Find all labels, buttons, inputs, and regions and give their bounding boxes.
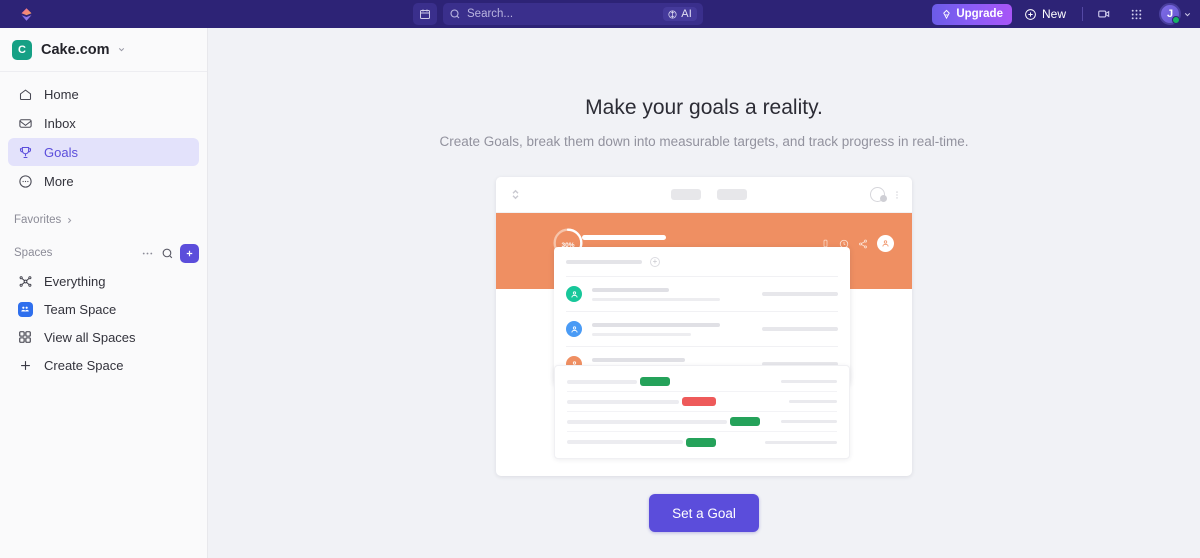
sidebar-item-goals[interactable]: Goals xyxy=(8,138,199,166)
sidebar-item-view-all-spaces[interactable]: View all Spaces xyxy=(8,323,199,351)
top-bar: Search... AI Upgrade New J xyxy=(0,0,1200,28)
favorites-label: Favorites xyxy=(14,214,62,226)
chevron-right-icon xyxy=(68,217,72,223)
sidebar-item-create-space[interactable]: Create Space xyxy=(8,351,199,379)
apps-grid-button[interactable] xyxy=(1125,3,1147,25)
network-nodes-icon xyxy=(17,273,33,289)
spaces-search-button[interactable] xyxy=(157,243,177,263)
space-item-label: View all Spaces xyxy=(44,329,136,345)
space-item-label: Everything xyxy=(44,273,106,289)
search-bar[interactable]: Search... AI xyxy=(443,3,703,25)
sidebar-item-inbox[interactable]: Inbox xyxy=(8,109,199,137)
list-item xyxy=(566,276,838,311)
share-icon xyxy=(859,239,867,248)
rocket-icon xyxy=(943,9,951,19)
spaces-more-button[interactable] xyxy=(137,243,157,263)
goals-preview-illustration: 30% + xyxy=(496,177,912,476)
sidebar-item-label: Goals xyxy=(44,144,78,160)
people-square-icon xyxy=(17,301,33,317)
sidebar-item-everything[interactable]: Everything xyxy=(8,267,199,295)
table-row xyxy=(567,392,837,412)
cake-logo-icon xyxy=(21,7,31,21)
apps-grid-icon xyxy=(1131,9,1141,19)
new-button[interactable]: New xyxy=(1022,7,1072,21)
workspace-name: Cake.com xyxy=(41,41,110,58)
person-icon xyxy=(566,286,582,302)
ellipsis-icon xyxy=(142,252,152,254)
set-a-goal-button[interactable]: Set a Goal xyxy=(649,494,759,532)
sidebar-item-label: More xyxy=(44,173,74,189)
ai-label: AI xyxy=(681,8,692,20)
list-card-header: + xyxy=(566,257,838,276)
app-root: Search... AI Upgrade New J C Cake.com Ho… xyxy=(0,0,1200,558)
top-bar-center: Search... AI xyxy=(413,3,703,25)
table-row xyxy=(567,412,837,432)
collapse-expand-icon xyxy=(512,189,519,200)
search-input-placeholder[interactable]: Search... xyxy=(467,8,657,20)
status-badge xyxy=(1172,16,1180,24)
sidebar-item-team-space[interactable]: Team Space xyxy=(8,295,199,323)
sidebar-item-label: Inbox xyxy=(44,115,76,131)
trophy-icon xyxy=(17,144,33,160)
app-logo[interactable] xyxy=(0,0,52,28)
upgrade-label: Upgrade xyxy=(956,8,1003,20)
illustration-topbar-actions xyxy=(870,187,902,202)
spaces-section-header: Spaces xyxy=(0,239,207,267)
plus-icon xyxy=(186,250,193,256)
chevron-down-icon xyxy=(1184,12,1191,16)
avatar-icon xyxy=(877,235,894,252)
calendar-icon xyxy=(420,9,430,19)
placeholder-chip xyxy=(671,189,701,200)
illustration-bar-card xyxy=(554,365,850,459)
person-icon xyxy=(566,321,582,337)
home-icon xyxy=(17,86,33,102)
workspace-badge-letter: C xyxy=(18,43,26,56)
new-label: New xyxy=(1041,7,1066,21)
ai-sparkle-icon xyxy=(668,9,677,19)
user-menu[interactable]: J xyxy=(1157,3,1192,25)
inbox-icon xyxy=(17,115,33,131)
plus-circle-icon: + xyxy=(650,257,660,267)
video-camera-button[interactable] xyxy=(1093,3,1115,25)
page-title: Make your goals a reality. xyxy=(585,96,823,119)
upgrade-button[interactable]: Upgrade xyxy=(932,3,1012,25)
main-content: Make your goals a reality. Create Goals,… xyxy=(208,28,1200,558)
list-item xyxy=(566,311,838,346)
plus-circle-icon xyxy=(1025,8,1036,20)
avatar-icon xyxy=(870,187,887,202)
chevron-down-icon xyxy=(118,48,124,52)
space-item-label: Create Space xyxy=(44,357,124,373)
placeholder-chip xyxy=(717,189,747,200)
page-subtitle: Create Goals, break them down into measu… xyxy=(439,134,969,149)
workspace-switcher[interactable]: C Cake.com xyxy=(0,28,207,72)
toolbar-divider xyxy=(1082,7,1083,21)
grid-squares-icon xyxy=(17,329,33,345)
space-item-label: Team Space xyxy=(44,301,117,317)
spaces-add-button[interactable] xyxy=(180,243,199,263)
search-icon xyxy=(162,248,172,258)
sidebar-item-more[interactable]: More xyxy=(8,167,199,195)
illustration-topbar-chips xyxy=(671,189,747,200)
more-dots-circle-icon xyxy=(17,173,33,189)
illustration-topbar xyxy=(496,177,912,213)
sidebar-item-home[interactable]: Home xyxy=(8,80,199,108)
top-bar-right: Upgrade New J xyxy=(932,0,1192,28)
table-row xyxy=(567,432,837,452)
sidebar: C Cake.com Home Inbox Goals More Favorit… xyxy=(0,28,208,558)
calendar-button[interactable] xyxy=(413,3,437,25)
table-row xyxy=(567,372,837,392)
sidebar-item-label: Home xyxy=(44,86,79,102)
workspace-badge: C xyxy=(12,39,32,60)
more-vertical-icon xyxy=(896,190,898,199)
plus-icon xyxy=(17,357,33,373)
sidebar-nav: Home Inbox Goals More xyxy=(0,72,207,195)
ai-button[interactable]: AI xyxy=(663,7,697,21)
avatar[interactable]: J xyxy=(1159,3,1181,25)
video-camera-icon xyxy=(1098,10,1110,18)
spaces-label: Spaces xyxy=(14,247,53,259)
search-icon xyxy=(450,9,460,19)
favorites-section-header[interactable]: Favorites xyxy=(0,207,207,233)
